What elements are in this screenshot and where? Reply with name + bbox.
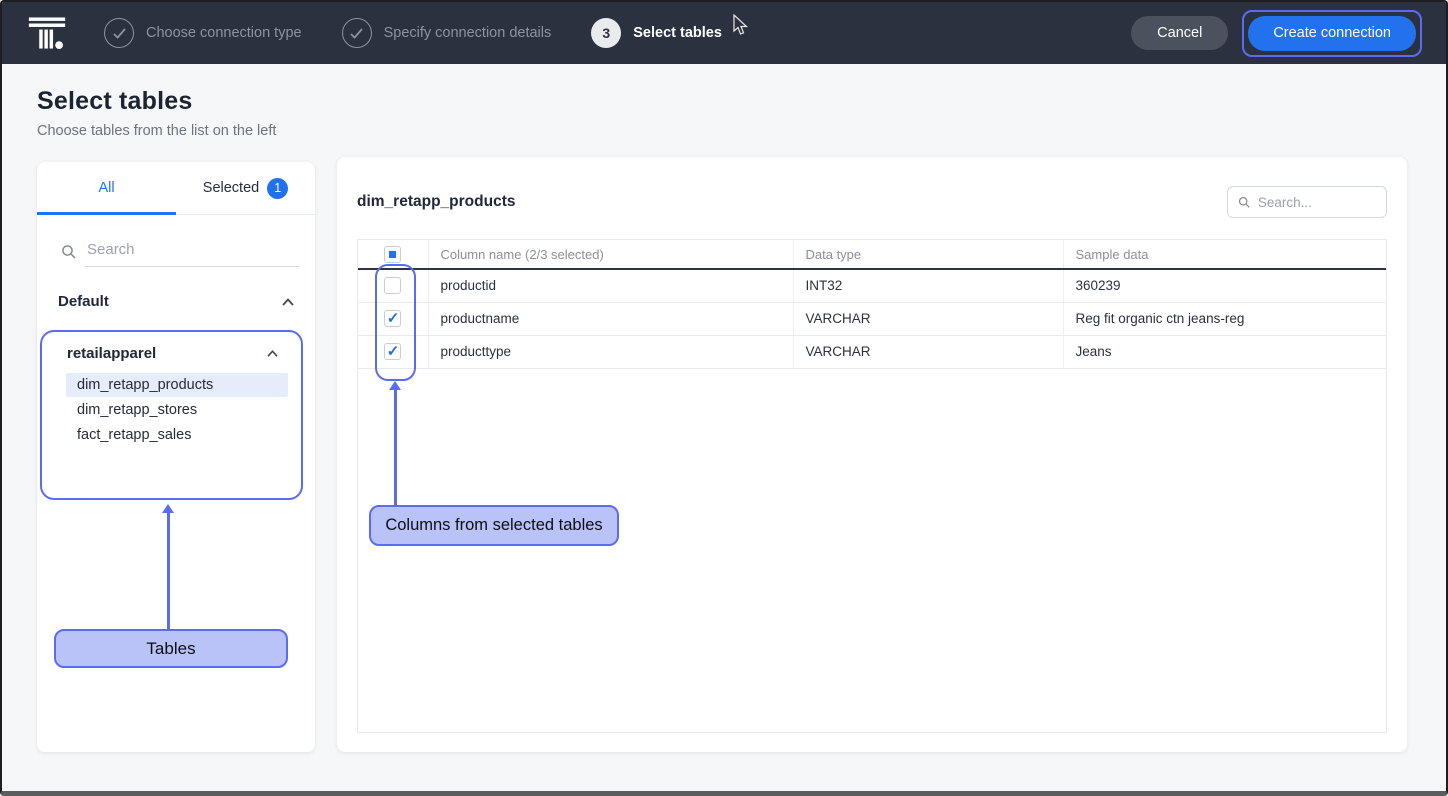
checkbox-column-annotation-box: [375, 264, 416, 381]
chevron-up-icon[interactable]: [266, 349, 279, 358]
cancel-button[interactable]: Cancel: [1131, 16, 1228, 50]
selected-count-badge: 1: [267, 178, 288, 199]
columns-search: [1227, 186, 1387, 218]
sample-data-cell: 360239: [1063, 269, 1386, 302]
step-specify-connection-details[interactable]: Specify connection details: [342, 18, 552, 48]
tables-annotation-arrow-head: [162, 504, 174, 513]
selected-table-title: dim_retapp_products: [357, 193, 515, 211]
column-name-header: Column name (2/3 selected): [428, 240, 793, 269]
sample-data-cell: Jeans: [1063, 335, 1386, 368]
columns-annotation-arrow-head: [389, 381, 401, 390]
step-label: Specify connection details: [384, 25, 552, 41]
active-tab-underline: [37, 212, 176, 215]
schema-retailapparel[interactable]: retailapparel: [67, 345, 279, 362]
tables-callout: Tables: [54, 629, 288, 668]
sample-data-header: Sample data: [1063, 240, 1386, 269]
wizard-top-bar: Choose connection type Specify connectio…: [2, 2, 1446, 64]
step-label: Select tables: [633, 25, 722, 41]
column-name-cell: productid: [428, 269, 793, 302]
search-icon: [61, 244, 77, 260]
chevron-up-icon[interactable]: [281, 297, 295, 307]
create-connection-highlight-ring: Create connection: [1242, 10, 1422, 57]
step-done-check-icon: [342, 18, 372, 48]
wizard-stepper: Choose connection type Specify connectio…: [104, 18, 722, 48]
columns-search-input[interactable]: [1258, 195, 1376, 210]
group-default[interactable]: Default: [58, 293, 295, 310]
columns-annotation-arrow-line: [394, 390, 397, 505]
data-type-cell: VARCHAR: [793, 335, 1063, 368]
page-title: Select tables: [37, 87, 276, 116]
group-label: Default: [58, 293, 109, 310]
step-select-tables: 3 Select tables: [591, 18, 722, 48]
columns-panel: dim_retapp_products Column name (2/3 sel…: [337, 157, 1407, 752]
sidebar-search: [61, 239, 299, 267]
column-name-cell: producttype: [428, 335, 793, 368]
step-done-check-icon: [104, 18, 134, 48]
top-bar-actions: Cancel Create connection: [1131, 10, 1422, 57]
app-window: Choose connection type Specify connectio…: [0, 0, 1448, 796]
data-type-cell: INT32: [793, 269, 1063, 302]
step-label: Choose connection type: [146, 25, 302, 41]
columns-panel-header: dim_retapp_products: [357, 186, 1387, 218]
table-item-fact-retapp-sales[interactable]: fact_retapp_sales: [66, 423, 288, 447]
column-name-cell: productname: [428, 302, 793, 335]
table-row: productname VARCHAR Reg fit organic ctn …: [358, 302, 1386, 335]
data-type-header: Data type: [793, 240, 1063, 269]
table-item-dim-retapp-products[interactable]: dim_retapp_products: [66, 373, 288, 397]
create-connection-button[interactable]: Create connection: [1248, 16, 1416, 51]
columns-table-header-row: Column name (2/3 selected) Data type Sam…: [358, 240, 1386, 269]
table-row: producttype VARCHAR Jeans: [358, 335, 1386, 368]
sidebar-tabs: All Selected 1: [37, 162, 315, 215]
tab-selected-label: Selected: [203, 180, 259, 196]
page-subtitle: Choose tables from the list on the left: [37, 123, 276, 139]
columns-table-container: Column name (2/3 selected) Data type Sam…: [357, 239, 1387, 733]
data-type-cell: VARCHAR: [793, 302, 1063, 335]
sidebar-search-input[interactable]: [85, 239, 299, 267]
sample-data-cell: Reg fit organic ctn jeans-reg: [1063, 302, 1386, 335]
table-list: dim_retapp_products dim_retapp_stores fa…: [66, 373, 288, 447]
columns-callout: Columns from selected tables: [369, 505, 619, 546]
search-icon: [1238, 195, 1251, 210]
mouse-cursor-icon: [733, 14, 749, 36]
tab-all[interactable]: All: [37, 162, 176, 214]
columns-table: Column name (2/3 selected) Data type Sam…: [358, 240, 1386, 369]
tables-annotation-box: retailapparel dim_retapp_products dim_re…: [40, 330, 303, 500]
step-choose-connection-type[interactable]: Choose connection type: [104, 18, 302, 48]
thoughtspot-logo-icon: [26, 14, 68, 52]
step-number-badge: 3: [591, 18, 621, 48]
page-heading: Select tables Choose tables from the lis…: [37, 87, 276, 139]
tab-selected[interactable]: Selected 1: [176, 162, 315, 214]
table-row: productid INT32 360239: [358, 269, 1386, 302]
tables-annotation-arrow-line: [167, 513, 170, 629]
select-all-checkbox[interactable]: [384, 246, 401, 263]
table-item-dim-retapp-stores[interactable]: dim_retapp_stores: [66, 398, 288, 422]
schema-label: retailapparel: [67, 345, 156, 362]
